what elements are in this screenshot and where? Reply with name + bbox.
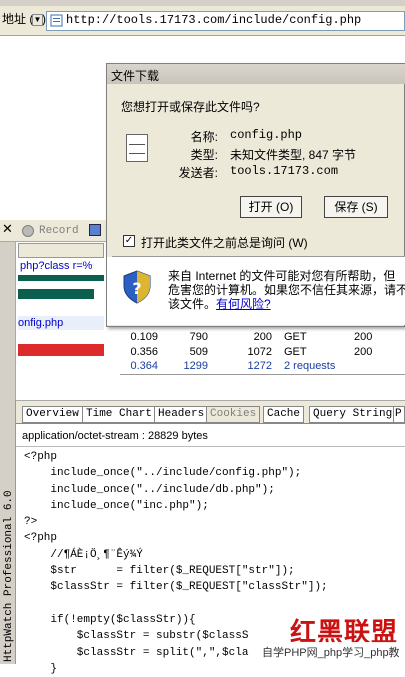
close-icon[interactable]: ✕ — [2, 221, 13, 237]
shield-icon: ? — [123, 270, 151, 304]
code-line: <?php — [24, 451, 58, 463]
timeline-bar — [18, 289, 94, 299]
summary-received: 1299 — [183, 360, 208, 372]
watermark-site-text: 自学PHP网_php学习_php教 — [262, 647, 400, 659]
column-header[interactable] — [18, 243, 104, 258]
tab-cookies[interactable]: Cookies — [206, 406, 261, 423]
warning-line: 来自 Internet 的文件可能对您有所帮助，但 — [168, 269, 396, 283]
svg-text:?: ? — [132, 279, 141, 298]
tab-headers[interactable]: Headers — [154, 406, 209, 423]
warning-text: 来自 Internet 的文件可能对您有所帮助，但 危害您的计算机。如果您不信任其… — [168, 269, 405, 311]
row-time[interactable]: 0.109 — [122, 331, 158, 343]
name-label: 名称: — [190, 130, 218, 144]
summary-time: 0.364 — [130, 360, 158, 372]
name-value: config.php — [230, 128, 303, 142]
code-line: $str = filter($_REQUEST["str"]); — [24, 565, 295, 578]
product-title: HttpWatch Professional 6.0 — [3, 490, 15, 662]
request-url-fragment[interactable]: php?class r=% — [20, 260, 92, 272]
tab-query-string[interactable]: Query String — [309, 406, 397, 423]
always-ask-label[interactable]: 打开此类文件之前总是询问 (W) — [141, 234, 308, 251]
address-dropdown-icon[interactable]: ▼ — [32, 14, 43, 26]
page-icon — [50, 14, 63, 27]
code-line: include_once("../include/db.php"); — [24, 483, 275, 496]
risk-link[interactable]: 有何风险? — [216, 297, 271, 311]
file-icon-detail — [129, 144, 145, 154]
tab-cache[interactable]: Cache — [263, 406, 305, 423]
timeline-bar-error — [18, 344, 104, 356]
address-url: http://tools.17173.com/include/config.ph… — [66, 13, 362, 27]
row-method[interactable]: GET — [284, 331, 307, 343]
stop-icon[interactable] — [89, 224, 101, 236]
code-line: <?php — [24, 532, 58, 545]
request-url-fragment[interactable]: onfig.php — [18, 317, 63, 329]
summary-requests: 2 requests — [284, 360, 336, 372]
type-label: 类型: — [190, 148, 218, 162]
open-button[interactable]: 打开 (O) — [240, 196, 302, 218]
code-line: $classStr = filter($_REQUEST["classStr"]… — [24, 581, 328, 594]
row-size[interactable]: 1072 — [236, 346, 272, 358]
tab-post[interactable]: P — [393, 406, 405, 423]
warning-line: 该文件。有何风险? — [168, 297, 405, 311]
code-line: include_once("../include/config.php"); — [24, 467, 302, 480]
tab-overview[interactable]: Overview — [22, 406, 83, 423]
always-ask-checkbox[interactable]: ✓ — [123, 235, 135, 247]
code-line: ?> — [24, 516, 38, 529]
row-received[interactable]: 509 — [170, 346, 208, 358]
code-line: if(!empty($classStr)){ — [24, 613, 196, 626]
dialog-title: 文件下载 — [111, 69, 160, 83]
left-panel-edge — [0, 242, 16, 400]
code-line: //¶ÁÈ¡Ö¸¶¨Êý¾Ý — [24, 548, 143, 561]
warning-line-prefix: 该文件。 — [168, 297, 217, 311]
warning-line: 危害您的计算机。如果您不信任其来源，请不 — [168, 283, 405, 297]
type-value: 未知文件类型, 847 字节 — [230, 148, 357, 162]
dialog-question: 您想打开或保存此文件吗? — [121, 100, 260, 114]
sender-label: 发送者: — [178, 166, 218, 180]
code-line: include_once("inc.php"); — [24, 499, 209, 512]
summary-size: 1272 — [247, 360, 272, 372]
record-icon[interactable] — [22, 225, 34, 237]
record-button[interactable]: Record — [39, 225, 79, 237]
timeline-bar — [18, 275, 104, 281]
code-line: } — [24, 662, 58, 675]
sender-value: tools.17173.com — [230, 164, 339, 178]
divider — [16, 446, 405, 447]
content-type-info: application/octet-stream : 28829 bytes — [22, 430, 208, 442]
divider — [120, 374, 405, 375]
row-result[interactable]: 200 — [354, 331, 372, 343]
row-size[interactable]: 200 — [236, 331, 272, 343]
row-result[interactable]: 200 — [354, 346, 372, 358]
save-button[interactable]: 保存 (S) — [324, 196, 388, 218]
row-time[interactable]: 0.356 — [122, 346, 158, 358]
row-received[interactable]: 790 — [170, 331, 208, 343]
row-method[interactable]: GET — [284, 346, 307, 358]
tab-time-chart[interactable]: Time Chart — [82, 406, 157, 423]
